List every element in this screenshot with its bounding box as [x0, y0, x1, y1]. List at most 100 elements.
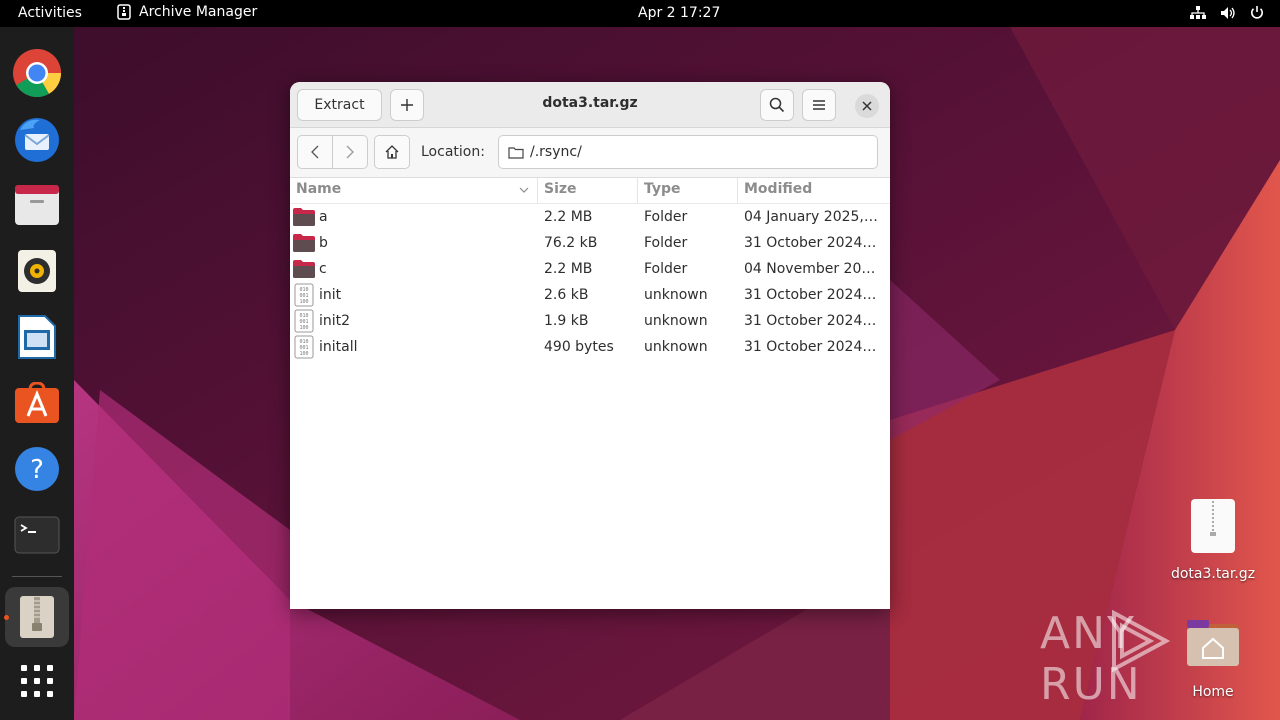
show-apps-icon[interactable] — [9, 653, 65, 709]
activities-button[interactable]: Activities — [18, 5, 82, 21]
file-list: Name Size Type Modified a 2.2 MB Folder 04 … — [290, 178, 890, 360]
clock[interactable]: Apr 2 17:27 — [638, 5, 720, 21]
binary-file-icon: 010001100 — [294, 335, 314, 359]
column-header-type[interactable]: Type — [638, 178, 738, 204]
binary-file-icon: 010001100 — [294, 309, 314, 333]
cell-modified: 04 November 20… — [744, 261, 876, 277]
cell-size: 490 bytes — [544, 339, 614, 355]
cell-size: 2.2 MB — [544, 261, 593, 277]
location-value: /.rsync/ — [530, 144, 582, 160]
files-icon[interactable] — [9, 177, 65, 233]
archive-manager-icon[interactable] — [9, 589, 65, 645]
file-name: init2 — [319, 313, 351, 329]
svg-text:100: 100 — [299, 351, 308, 357]
folder-icon — [293, 234, 315, 252]
zip-file-icon — [1191, 499, 1235, 553]
cell-modified: 31 October 2024… — [744, 339, 877, 355]
top-bar: Activities Archive Manager Apr 2 17:27 — [0, 0, 1280, 27]
close-button[interactable] — [855, 94, 879, 118]
binary-file-icon: 010001100 — [294, 283, 314, 307]
forward-button[interactable] — [332, 135, 368, 169]
chevron-left-icon — [311, 145, 319, 159]
plus-icon — [401, 99, 413, 111]
table-row[interactable]: b 76.2 kB Folder 31 October 2024… — [290, 230, 890, 256]
search-icon — [769, 97, 785, 113]
location-bar: Location: /.rsync/ — [290, 128, 890, 178]
network-icon — [1190, 6, 1206, 19]
table-row[interactable]: a 2.2 MB Folder 04 January 2025,… — [290, 204, 890, 230]
cell-name: c — [290, 259, 538, 279]
sort-descending-icon — [519, 187, 529, 193]
file-name: b — [319, 235, 328, 251]
cell-modified: 04 January 2025,… — [744, 209, 878, 225]
column-header-size[interactable]: Size — [538, 178, 638, 204]
desktop-archive-label: dota3.tar.gz — [1170, 566, 1256, 582]
home-button[interactable] — [374, 135, 410, 169]
app-menu-label: Archive Manager — [139, 4, 258, 20]
system-tray[interactable] — [1190, 5, 1264, 21]
cell-name: b — [290, 233, 538, 253]
main-menu-button[interactable] — [802, 89, 836, 121]
cell-type: Folder — [644, 261, 688, 277]
thunderbird-icon[interactable] — [9, 111, 65, 167]
cell-type: unknown — [644, 313, 708, 329]
cell-size: 2.6 kB — [544, 287, 589, 303]
file-name: a — [319, 209, 328, 225]
extract-button[interactable]: Extract — [297, 89, 382, 121]
add-files-button[interactable] — [390, 89, 424, 121]
svg-text:100: 100 — [299, 325, 308, 331]
play-logo-icon — [1112, 610, 1171, 672]
archive-app-icon — [117, 4, 131, 20]
app-menu[interactable]: Archive Manager — [117, 4, 257, 20]
column-header-name[interactable]: Name — [290, 178, 538, 204]
cell-type: Folder — [644, 235, 688, 251]
cell-type: unknown — [644, 287, 708, 303]
cell-modified: 31 October 2024… — [744, 287, 877, 303]
cell-size: 2.2 MB — [544, 209, 593, 225]
cell-size: 76.2 kB — [544, 235, 598, 251]
hamburger-icon — [813, 100, 825, 110]
header-bar[interactable]: Extract dota3.tar.gz — [290, 82, 890, 128]
location-label: Location: — [421, 144, 485, 160]
close-icon — [862, 101, 872, 111]
file-name: init — [319, 287, 342, 303]
table-header: Name Size Type Modified — [290, 178, 890, 204]
cell-name: 010 001 100 init — [290, 283, 538, 307]
chevron-right-icon — [346, 145, 354, 159]
back-button[interactable] — [297, 135, 333, 169]
file-name: c — [319, 261, 327, 277]
dock: ? — [0, 27, 74, 720]
rhythmbox-icon[interactable] — [9, 243, 65, 299]
cell-modified: 31 October 2024… — [744, 235, 877, 251]
cell-name: 010 001 100 init2 — [290, 309, 538, 333]
table-row[interactable]: 010 001 100 init 2.6 kB unknown 31 October 202… — [290, 282, 890, 308]
desktop-archive-file[interactable]: dota3.tar.gz — [1166, 498, 1260, 582]
libreoffice-impress-icon[interactable] — [9, 309, 65, 365]
home-icon — [385, 145, 399, 159]
cell-name: 010 001 100 initall — [290, 335, 538, 359]
folder-icon — [293, 208, 315, 226]
cell-name: a — [290, 207, 538, 227]
cell-type: Folder — [644, 209, 688, 225]
terminal-icon[interactable] — [9, 507, 65, 563]
dock-separator — [12, 576, 62, 577]
help-icon[interactable]: ? — [9, 441, 65, 497]
cell-size: 1.9 kB — [544, 313, 589, 329]
svg-text:?: ? — [30, 455, 44, 485]
folder-icon — [293, 260, 315, 278]
search-button[interactable] — [760, 89, 794, 121]
app-center-icon[interactable] — [9, 375, 65, 431]
table-row[interactable]: 010 001 100 init2 1.9 kB unknown 31 October 20… — [290, 308, 890, 334]
cell-type: unknown — [644, 339, 708, 355]
table-body: a 2.2 MB Folder 04 January 2025,… b 76.2 kB Fo… — [290, 204, 890, 360]
anyrun-watermark: ANY RUN — [1040, 608, 1280, 710]
chrome-icon[interactable] — [9, 45, 65, 101]
cell-modified: 31 October 2024… — [744, 313, 877, 329]
svg-text:100: 100 — [299, 299, 308, 305]
location-field[interactable]: /.rsync/ — [498, 135, 878, 169]
table-row[interactable]: c 2.2 MB Folder 04 November 20… — [290, 256, 890, 282]
table-row[interactable]: 010 001 100 initall 490 bytes unknown 31 Octob… — [290, 334, 890, 360]
file-name: initall — [319, 339, 358, 355]
archive-manager-window: Extract dota3.tar.gz Location: /.rsync/ — [290, 82, 890, 609]
column-header-modified[interactable]: Modified — [738, 178, 890, 204]
